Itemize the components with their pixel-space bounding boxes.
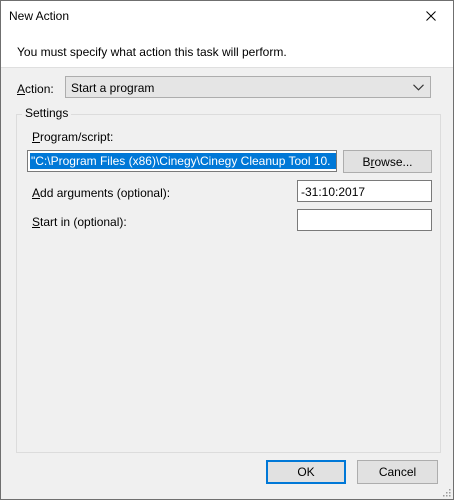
program-script-value: "C:\Program Files (x86)\Cinegy\Cinegy Cl… xyxy=(30,153,336,169)
program-script-label: Program/script: xyxy=(32,130,114,144)
add-arguments-label: Add arguments (optional): xyxy=(32,186,171,200)
cancel-button[interactable]: Cancel xyxy=(357,460,438,484)
instruction-text: You must specify what action this task w… xyxy=(17,45,287,59)
action-label: Action: xyxy=(17,82,54,96)
program-script-input[interactable]: "C:\Program Files (x86)\Cinegy\Cinegy Cl… xyxy=(27,150,337,172)
settings-legend: Settings xyxy=(22,106,72,120)
instruction-band: You must specify what action this task w… xyxy=(1,31,453,68)
chevron-down-icon xyxy=(413,84,424,91)
action-dropdown[interactable]: Start a program xyxy=(65,76,431,98)
ok-button[interactable]: OK xyxy=(266,460,346,484)
title-bar: New Action xyxy=(1,1,453,31)
resize-grip-icon[interactable] xyxy=(441,487,451,497)
start-in-label: Start in (optional): xyxy=(32,215,127,229)
action-dropdown-value: Start a program xyxy=(71,81,155,95)
browse-button[interactable]: Br owse... xyxy=(343,150,432,173)
add-arguments-value: -31:10:2017 xyxy=(301,185,366,199)
window-title: New Action xyxy=(9,9,70,23)
close-icon xyxy=(426,11,436,21)
new-action-dialog: New Action You must specify what action … xyxy=(0,0,454,500)
start-in-input[interactable] xyxy=(297,209,432,231)
close-button[interactable] xyxy=(409,1,453,31)
add-arguments-input[interactable]: -31:10:2017 xyxy=(297,180,432,202)
